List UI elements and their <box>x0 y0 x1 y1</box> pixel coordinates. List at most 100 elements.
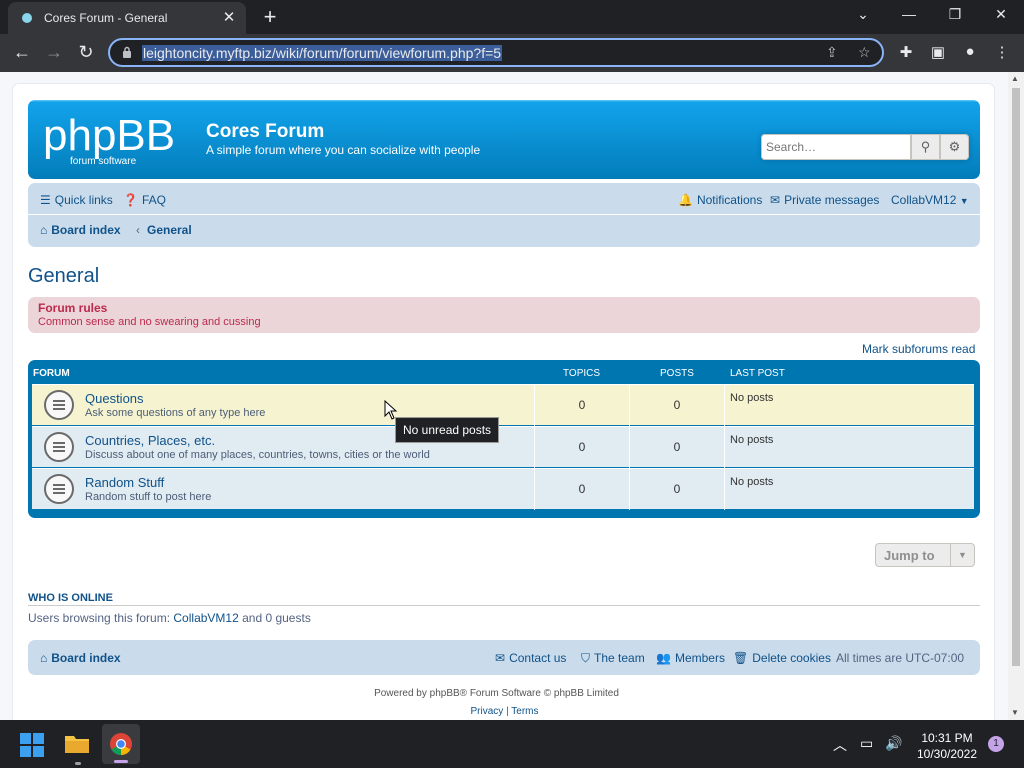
faq-link[interactable]: ❓ FAQ <box>123 193 166 207</box>
address-bar[interactable]: leightoncity.myftp.biz/wiki/forum/forum/… <box>108 38 884 67</box>
site-description: A simple forum where you can socialize w… <box>206 143 481 157</box>
forum-title-link[interactable]: Questions <box>85 391 144 406</box>
forum-row[interactable]: Questions Ask some questions of any type… <box>32 384 974 426</box>
terms-link[interactable]: Terms <box>511 706 538 717</box>
volume-icon[interactable]: 🔊 <box>885 735 902 752</box>
bell-icon: 🔔 <box>678 193 693 207</box>
page-wrapper: phpBB forum software Cores Forum A simpl… <box>12 83 995 720</box>
chrome-taskbar-button[interactable] <box>102 724 140 764</box>
notifications-link[interactable]: 🔔 Notifications <box>678 193 762 207</box>
trash-icon: 🗑 <box>733 651 749 665</box>
users-icon: 👥 <box>656 651 671 665</box>
forum-title-link[interactable]: Countries, Places, etc. <box>85 433 215 448</box>
browser-tab[interactable]: Cores Forum - General ✕ <box>8 2 246 34</box>
chrome-menu-icon[interactable]: ⋮ <box>992 43 1012 61</box>
last-post: No posts <box>724 385 773 426</box>
caret-down-icon: ▼ <box>959 196 969 206</box>
who-is-online-heading: WHO IS ONLINE <box>28 592 980 606</box>
file-explorer-icon[interactable] <box>64 732 90 754</box>
forum-title-link[interactable]: Random Stuff <box>85 475 164 490</box>
jump-to-dropdown[interactable]: Jump to ▼ <box>875 543 975 567</box>
members-link[interactable]: 👥 Members <box>656 651 725 665</box>
forum-read-icon <box>44 432 74 462</box>
legal-separator: | <box>506 706 509 717</box>
quick-links-menu[interactable]: ☰ Quick links <box>40 193 113 207</box>
windows-taskbar: ︿ ▭ 🔊 10:31 PM 10/30/2022 1 <box>0 720 1024 768</box>
chrome-icon <box>110 733 132 755</box>
caret-down-icon: ▼ <box>950 544 974 566</box>
mouse-cursor-icon <box>384 400 398 420</box>
lock-icon[interactable] <box>122 46 132 58</box>
minimize-button[interactable]: — <box>894 6 924 22</box>
forum-description: Random stuff to post here <box>85 491 212 503</box>
breadcrumb-separator: ‹ <box>136 223 140 237</box>
bookmark-star-icon[interactable]: ☆ <box>858 44 871 61</box>
page-scrollbar[interactable]: ▲ ▼ <box>1008 72 1024 720</box>
home-icon: ⌂ <box>40 223 48 237</box>
forum-row[interactable]: Countries, Places, etc. Discuss about on… <box>32 426 974 468</box>
tab-close-icon[interactable]: ✕ <box>220 8 238 26</box>
side-panel-icon[interactable]: ▣ <box>928 43 948 61</box>
scroll-down-icon[interactable]: ▼ <box>1011 708 1019 717</box>
site-favicon-icon <box>22 13 32 23</box>
mark-subforums-read-link[interactable]: Mark subforums read <box>862 342 975 356</box>
tab-search-button[interactable]: ⌄ <box>848 6 878 23</box>
close-window-button[interactable]: ✕ <box>986 6 1016 23</box>
topics-count: 0 <box>534 469 629 510</box>
home-icon: ⌂ <box>40 651 48 665</box>
envelope-icon: ✉ <box>495 651 506 665</box>
delete-cookies-link[interactable]: 🗑 Delete cookies <box>733 651 831 665</box>
timezone-text: All times are UTC-07:00 <box>836 651 965 665</box>
breadcrumb-board-index[interactable]: ⌂ Board index <box>40 223 121 237</box>
network-icon[interactable]: ▭ <box>860 735 873 752</box>
site-header: phpBB forum software Cores Forum A simpl… <box>28 100 980 179</box>
browser-tab-strip: Cores Forum - General ✕ + ⌄ — ❐ ✕ <box>0 0 1024 34</box>
windows-start-icon[interactable] <box>20 733 44 757</box>
topics-count: 0 <box>534 385 629 426</box>
the-team-link[interactable]: ⛉ The team <box>581 651 645 666</box>
scroll-up-icon[interactable]: ▲ <box>1011 74 1019 83</box>
privacy-link[interactable]: Privacy <box>470 706 503 717</box>
reload-icon[interactable]: ↻ <box>73 41 99 65</box>
restore-button[interactable]: ❐ <box>940 6 970 23</box>
search-input[interactable] <box>761 134 911 160</box>
topics-count: 0 <box>534 427 629 468</box>
forum-list-table: Forum Topics Posts Last post Questions A… <box>28 360 980 518</box>
tooltip: No unread posts <box>395 417 500 443</box>
online-users-text: Users browsing this forum: CollabVM12 an… <box>28 611 311 625</box>
advanced-search-gear-icon[interactable]: ⚙ <box>940 134 969 160</box>
posts-count: 0 <box>629 469 724 510</box>
last-post: No posts <box>724 469 773 510</box>
url-text[interactable]: leightoncity.myftp.biz/wiki/forum/forum/… <box>142 45 503 61</box>
back-arrow-icon[interactable]: ← <box>9 41 35 65</box>
breadcrumb-general[interactable]: General <box>147 223 192 237</box>
forum-read-icon <box>44 390 74 420</box>
footer-board-index-link[interactable]: ⌂ Board index <box>40 651 121 665</box>
contact-us-link[interactable]: ✉ Contact us <box>495 651 566 665</box>
question-circle-icon: ❓ <box>123 193 138 207</box>
profile-avatar-icon[interactable]: ● <box>960 43 980 60</box>
rules-title: Forum rules <box>38 301 108 315</box>
extensions-puzzle-icon[interactable]: ✚ <box>896 43 916 61</box>
notification-badge[interactable]: 1 <box>988 736 1004 752</box>
show-hidden-icons-chevron-icon[interactable]: ︿ <box>833 735 847 755</box>
forum-row[interactable]: Random Stuff Random stuff to post here 0… <box>32 468 974 510</box>
footer-navbar: ⌂ Board index ✉ Contact us ⛉ The team 👥 Memb… <box>28 640 980 675</box>
user-menu[interactable]: CollabVM12 ▼ <box>891 193 969 207</box>
phpbb-logo[interactable]: phpBB forum software <box>43 112 193 168</box>
last-post-column-header: Last post <box>730 368 785 379</box>
tab-title: Cores Forum - General <box>44 11 168 25</box>
new-tab-button[interactable]: + <box>258 4 282 30</box>
forward-arrow-icon[interactable]: → <box>41 41 67 65</box>
legal-links: Privacy | Terms <box>13 706 996 717</box>
search-icon[interactable]: ⚲ <box>911 134 940 160</box>
private-messages-link[interactable]: ✉ Private messages <box>770 193 879 207</box>
scrollbar-thumb[interactable] <box>1012 88 1020 666</box>
forum-description: Ask some questions of any type here <box>85 407 266 419</box>
clock-time: 10:31 PM <box>921 731 973 745</box>
system-clock[interactable]: 10:31 PM 10/30/2022 <box>912 730 982 762</box>
page-title[interactable]: General <box>28 265 99 288</box>
share-icon[interactable]: ⇪ <box>826 44 838 61</box>
shield-icon: ⛉ <box>581 651 591 665</box>
online-user-link[interactable]: CollabVM12 <box>173 611 238 625</box>
